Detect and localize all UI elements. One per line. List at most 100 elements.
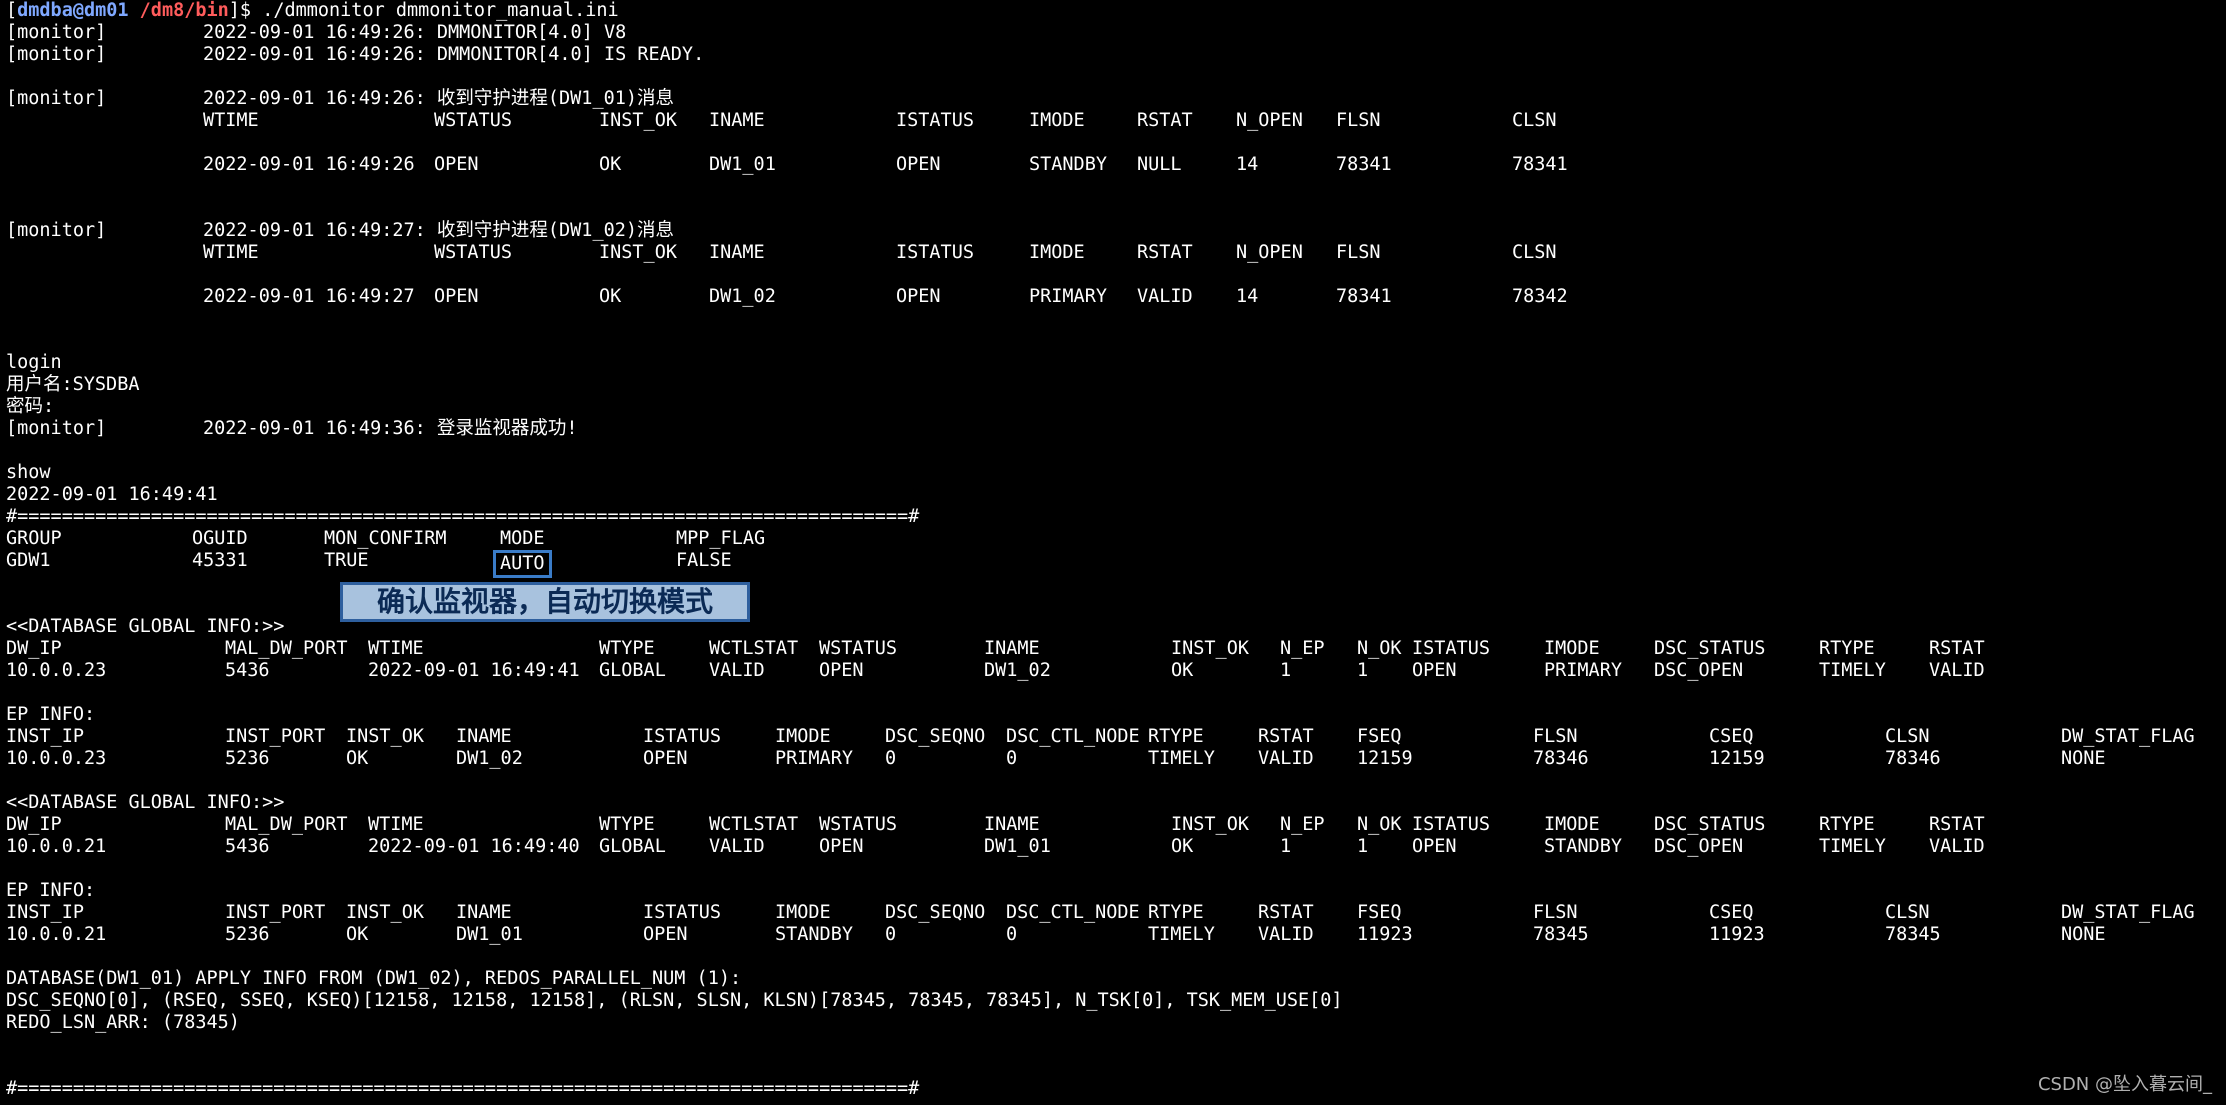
dw-cell: VALID xyxy=(1137,286,1193,307)
ep-cell: NONE xyxy=(2061,748,2106,769)
db-cell: VALID xyxy=(709,836,765,857)
ep-header-cell: INAME xyxy=(456,726,512,747)
annotation-callout: 确认监视器，自动切换模式 xyxy=(340,582,750,622)
ep-info-title: EP INFO: xyxy=(6,704,96,725)
db-cell: 2022-09-01 16:49:40 xyxy=(368,836,580,857)
db-cell: DSC_OPEN xyxy=(1654,836,1744,857)
dw-cell: OPEN xyxy=(896,286,941,307)
group-cell: 45331 xyxy=(192,550,248,571)
db-header-cell: IMODE xyxy=(1544,638,1600,659)
dw-cell: OPEN xyxy=(434,286,479,307)
dw-header-cell: FLSN xyxy=(1336,242,1381,263)
group-header-cell: GROUP xyxy=(6,528,62,549)
db-header-cell: DW_IP xyxy=(6,814,62,835)
ep-cell: STANDBY xyxy=(775,924,853,945)
db-header-cell: N_EP xyxy=(1280,814,1325,835)
db-header-cell: WTIME xyxy=(368,638,424,659)
separator-line: #=======================================… xyxy=(6,506,920,527)
ep-cell: 11923 xyxy=(1357,924,1413,945)
db-cell: GLOBAL xyxy=(599,660,666,681)
ep-header-cell: INST_OK xyxy=(346,726,424,747)
dw-cell: DW1_02 xyxy=(709,286,776,307)
group-header-cell: MODE xyxy=(500,528,545,549)
monitor-tag: [monitor] xyxy=(6,22,107,43)
ep-cell: OK xyxy=(346,924,369,945)
dw-cell: 78341 xyxy=(1336,286,1392,307)
ep-cell: DW1_01 xyxy=(456,924,523,945)
db-header-cell: DSC_STATUS xyxy=(1654,814,1766,835)
ep-cell: 78345 xyxy=(1533,924,1589,945)
db-header-cell: INST_OK xyxy=(1171,638,1249,659)
db-header-cell: ISTATUS xyxy=(1412,638,1490,659)
ep-header-cell: IMODE xyxy=(775,902,831,923)
dw-cell: PRIMARY xyxy=(1029,286,1107,307)
ep-header-cell: RTYPE xyxy=(1148,902,1204,923)
dw-header-cell: N_OPEN xyxy=(1236,242,1303,263)
db-header-cell: RTYPE xyxy=(1819,814,1875,835)
ep-cell: 0 xyxy=(1006,748,1018,769)
ep-cell: DW1_02 xyxy=(456,748,523,769)
ep-header-cell: INAME xyxy=(456,902,512,923)
dw-header-cell: INAME xyxy=(709,242,765,263)
db-cell: 5436 xyxy=(225,660,270,681)
db-cell: VALID xyxy=(1929,660,1985,681)
separator-line: #=======================================… xyxy=(6,1078,920,1099)
ep-cell: OPEN xyxy=(643,924,688,945)
ep-cell: TIMELY xyxy=(1148,748,1215,769)
db-cell: OPEN xyxy=(1412,660,1457,681)
db-cell: OK xyxy=(1171,836,1194,857)
db-header-cell: N_EP xyxy=(1280,638,1325,659)
group-header-cell: MON_CONFIRM xyxy=(324,528,447,549)
dw-cell: DW1_01 xyxy=(709,154,776,175)
dw-header-cell: WTIME xyxy=(203,110,259,131)
db-cell: VALID xyxy=(1929,836,1985,857)
db-cell: STANDBY xyxy=(1544,836,1622,857)
login-user: 用户名:SYSDBA xyxy=(6,374,140,395)
db-header-cell: RSTAT xyxy=(1929,638,1985,659)
ep-header-cell: CSEQ xyxy=(1709,902,1754,923)
show-command: show xyxy=(6,462,51,483)
ep-cell: 12159 xyxy=(1709,748,1765,769)
dw-cell: 14 xyxy=(1236,154,1259,175)
dw-cell: NULL xyxy=(1137,154,1182,175)
ep-header-cell: FLSN xyxy=(1533,726,1578,747)
ep-header-cell: FSEQ xyxy=(1357,726,1402,747)
ep-cell: 5236 xyxy=(225,748,270,769)
db-header-cell: N_OK xyxy=(1357,814,1402,835)
dw-header-cell: FLSN xyxy=(1336,110,1381,131)
group-header-cell: OGUID xyxy=(192,528,248,549)
dw-cell: STANDBY xyxy=(1029,154,1107,175)
dw-cell: OPEN xyxy=(896,154,941,175)
monitor-message: 2022-09-01 16:49:26: DMMONITOR[4.0] IS R… xyxy=(203,44,705,65)
monitor-tag: [monitor] xyxy=(6,418,107,439)
ep-header-cell: IMODE xyxy=(775,726,831,747)
ep-cell: 0 xyxy=(885,924,897,945)
db-cell: 1 xyxy=(1280,660,1292,681)
dw-header-cell: WTIME xyxy=(203,242,259,263)
ep-header-cell: RSTAT xyxy=(1258,726,1314,747)
dw-cell: OK xyxy=(599,286,622,307)
db-cell: OK xyxy=(1171,660,1194,681)
db-header-cell: RSTAT xyxy=(1929,814,1985,835)
ep-cell: 12159 xyxy=(1357,748,1413,769)
dw-header-cell: CLSN xyxy=(1512,242,1557,263)
dw-cell: 2022-09-01 16:49:26 xyxy=(203,154,415,175)
db-cell: 10.0.0.23 xyxy=(6,660,107,681)
ep-header-cell: CLSN xyxy=(1885,726,1930,747)
db-cell: 2022-09-01 16:49:41 xyxy=(368,660,580,681)
db-cell: DW1_01 xyxy=(984,836,1051,857)
db-header-cell: N_OK xyxy=(1357,638,1402,659)
ep-header-cell: DSC_CTL_NODE xyxy=(1006,726,1140,747)
ep-cell: TIMELY xyxy=(1148,924,1215,945)
ep-header-cell: RTYPE xyxy=(1148,726,1204,747)
db-cell: TIMELY xyxy=(1819,660,1886,681)
dw-header-cell: N_OPEN xyxy=(1236,110,1303,131)
dw-cell: OPEN xyxy=(434,154,479,175)
ep-header-cell: FLSN xyxy=(1533,902,1578,923)
ep-header-cell: INST_OK xyxy=(346,902,424,923)
db-header-cell: INAME xyxy=(984,638,1040,659)
watermark: CSDN @坠入暮云间_ xyxy=(2037,1074,2212,1095)
ep-header-cell: RSTAT xyxy=(1258,902,1314,923)
terminal-window[interactable]: [dmdba@dm01 /dm8/bin]$ ./dmmonitor dmmon… xyxy=(6,0,2226,1105)
monitor-message: 2022-09-01 16:49:27: 收到守护进程(DW1_02)消息 xyxy=(203,220,675,241)
